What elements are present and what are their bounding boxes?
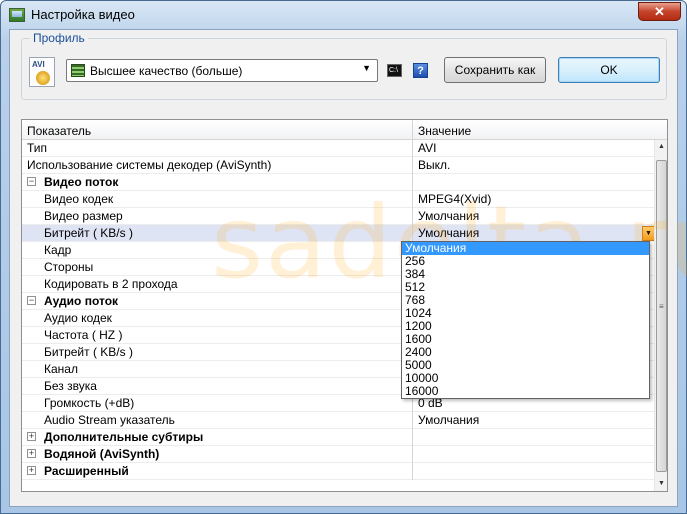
property-value[interactable]: AVI bbox=[418, 141, 436, 155]
ok-button[interactable]: OK bbox=[558, 57, 660, 83]
column-header-name[interactable]: Показатель bbox=[27, 124, 91, 138]
property-name: Битрейт ( KB/s ) bbox=[44, 226, 133, 240]
property-name: Использование системы декодер (AviSynth) bbox=[27, 158, 272, 172]
film-icon bbox=[71, 64, 85, 77]
bitrate-option[interactable]: 10000 bbox=[402, 372, 649, 385]
column-divider bbox=[412, 446, 413, 463]
property-name: Видео поток bbox=[44, 175, 119, 189]
scroll-down-arrow-icon[interactable]: ▼ bbox=[655, 477, 667, 491]
grip-icon: ≡ bbox=[659, 302, 664, 311]
chevron-down-icon[interactable]: ▼ bbox=[362, 63, 371, 73]
collapse-icon[interactable]: − bbox=[27, 177, 36, 186]
property-row[interactable]: Тип AVI bbox=[22, 140, 654, 157]
bitrate-option[interactable]: 512 bbox=[402, 281, 649, 294]
expand-icon[interactable]: + bbox=[27, 466, 36, 475]
property-name: Видео кодек bbox=[44, 192, 114, 206]
property-value[interactable]: Умолчания bbox=[418, 226, 479, 240]
property-name: Частота ( HZ ) bbox=[44, 328, 123, 342]
column-divider bbox=[412, 191, 413, 208]
bitrate-option[interactable]: 1024 bbox=[402, 307, 649, 320]
vertical-scrollbar[interactable]: ▲ ≡ ▼ bbox=[654, 140, 667, 491]
property-row[interactable]: Использование системы декодер (AviSynth)… bbox=[22, 157, 654, 174]
bitrate-dropdown-list[interactable]: Умолчания 256 384 512 768 1024 1200 1600 2400 500… bbox=[401, 241, 650, 399]
column-divider bbox=[412, 140, 413, 157]
property-name: Аудио кодек bbox=[44, 311, 112, 325]
property-name: Audio Stream указатель bbox=[44, 413, 175, 427]
help-icon[interactable]: ? bbox=[413, 63, 428, 78]
bitrate-option[interactable]: 16000 bbox=[402, 385, 649, 398]
category-row[interactable]: + Расширенный bbox=[22, 463, 654, 480]
column-header-value[interactable]: Значение bbox=[418, 124, 471, 138]
expand-icon[interactable]: + bbox=[27, 449, 36, 458]
property-value[interactable]: Выкл. bbox=[418, 158, 450, 172]
bitrate-option[interactable]: 2400 bbox=[402, 346, 649, 359]
profile-select[interactable]: Высшее качество (больше) ▼ bbox=[66, 59, 378, 82]
collapse-icon[interactable]: − bbox=[27, 296, 36, 305]
column-divider bbox=[412, 463, 413, 480]
bitrate-option[interactable]: 768 bbox=[402, 294, 649, 307]
profile-group: Профиль AVI Высшее качество (больше) ▼ C… bbox=[21, 31, 667, 100]
grid-header: Показатель Значение bbox=[22, 120, 667, 140]
property-value[interactable]: MPEG4(Xvid) bbox=[418, 192, 491, 206]
column-divider[interactable] bbox=[412, 120, 413, 140]
column-divider bbox=[412, 429, 413, 446]
property-name: Битрейт ( KB/s ) bbox=[44, 345, 133, 359]
property-name: Кадр bbox=[44, 243, 72, 257]
app-icon bbox=[9, 8, 25, 22]
property-name: Тип bbox=[27, 141, 48, 155]
window-title: Настройка видео bbox=[31, 7, 135, 22]
column-divider bbox=[412, 225, 413, 242]
avi-format-icon: AVI bbox=[29, 57, 55, 87]
bitrate-option[interactable]: 1200 bbox=[402, 320, 649, 333]
category-row[interactable]: + Дополнительные субтиры bbox=[22, 429, 654, 446]
category-row[interactable]: − Видео поток bbox=[22, 174, 654, 191]
play-icon bbox=[36, 71, 50, 85]
property-value[interactable]: Умолчания bbox=[418, 413, 479, 427]
expand-icon[interactable]: + bbox=[27, 432, 36, 441]
property-value[interactable]: Умолчания bbox=[418, 209, 479, 223]
property-row[interactable]: Битрейт ( KB/s ) Умолчания ▼ bbox=[22, 225, 655, 242]
property-row[interactable]: Видео кодек MPEG4(Xvid) bbox=[22, 191, 654, 208]
property-name: Громкость (+dB) bbox=[44, 396, 135, 410]
property-name: Канал bbox=[44, 362, 78, 376]
category-row[interactable]: + Водяной (AviSynth) bbox=[22, 446, 654, 463]
save-as-button[interactable]: Сохранить как bbox=[444, 57, 546, 83]
property-name: Расширенный bbox=[44, 464, 129, 478]
command-line-icon[interactable]: C:\ bbox=[387, 64, 402, 77]
column-divider bbox=[412, 412, 413, 429]
property-name: Водяной (AviSynth) bbox=[44, 447, 160, 461]
property-row[interactable]: Audio Stream указатель Умолчания bbox=[22, 412, 654, 429]
bitrate-option[interactable]: 1600 bbox=[402, 333, 649, 346]
property-name: Дополнительные субтиры bbox=[44, 430, 204, 444]
column-divider bbox=[412, 157, 413, 174]
scroll-thumb[interactable]: ≡ bbox=[656, 160, 667, 472]
settings-window: Настройка видео ✕ Профиль AVI Высшее кач… bbox=[0, 0, 687, 514]
bitrate-option[interactable]: 384 bbox=[402, 268, 649, 281]
column-divider bbox=[412, 208, 413, 225]
bitrate-option[interactable]: 256 bbox=[402, 255, 649, 268]
profile-group-label: Профиль bbox=[30, 31, 88, 45]
profile-select-value: Высшее качество (больше) bbox=[90, 64, 243, 78]
avi-icon-label: AVI bbox=[32, 60, 45, 69]
property-row[interactable]: Видео размер Умолчания bbox=[22, 208, 654, 225]
column-divider bbox=[412, 174, 413, 191]
property-name: Аудио поток bbox=[44, 294, 119, 308]
bitrate-option[interactable]: 5000 bbox=[402, 359, 649, 372]
property-name: Стороны bbox=[44, 260, 94, 274]
property-name: Видео размер bbox=[44, 209, 123, 223]
close-button[interactable]: ✕ bbox=[638, 2, 681, 21]
scroll-up-arrow-icon[interactable]: ▲ bbox=[655, 140, 667, 154]
bitrate-option[interactable]: Умолчания bbox=[402, 242, 649, 255]
property-name: Кодировать в 2 прохода bbox=[44, 277, 178, 291]
property-name: Без звука bbox=[44, 379, 97, 393]
title-bar[interactable]: Настройка видео ✕ bbox=[1, 1, 686, 29]
